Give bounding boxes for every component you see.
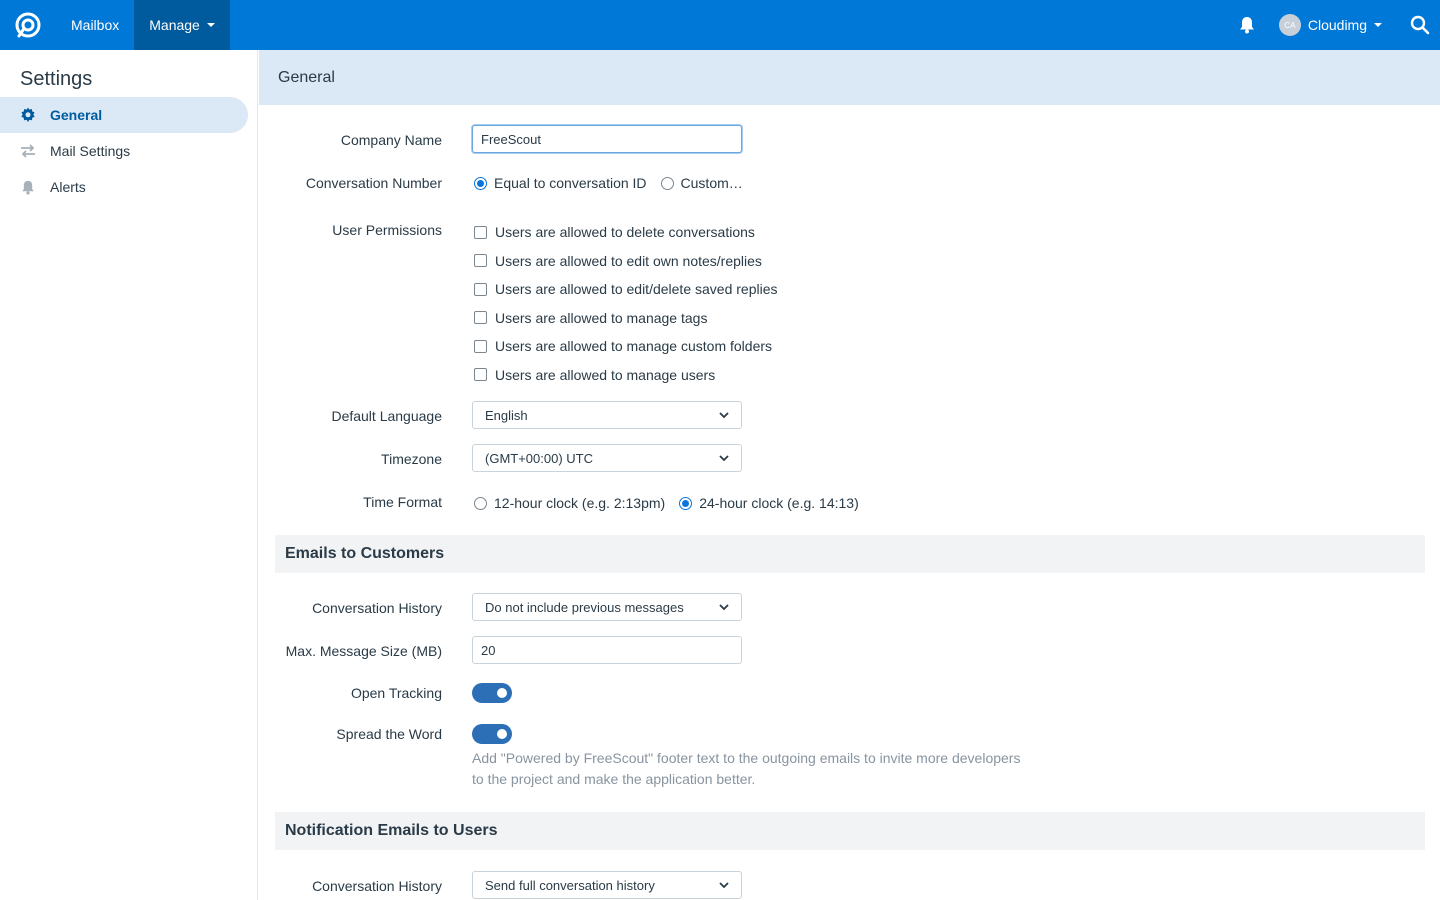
time-format-label: Time Format xyxy=(363,494,442,510)
search-icon[interactable] xyxy=(1400,0,1440,50)
time-format-options: 12-hour clock (e.g. 2:13pm) 24-hour cloc… xyxy=(472,495,871,511)
checkbox[interactable] xyxy=(474,225,487,239)
chevron-down-icon xyxy=(719,604,729,611)
permission-item[interactable]: Users are allowed to manage tags xyxy=(472,304,778,333)
open-tracking-toggle[interactable] xyxy=(472,683,512,703)
chevron-down-icon xyxy=(719,412,729,419)
permission-label: Users are allowed to manage tags xyxy=(495,309,708,326)
top-navbar: Mailbox Manage CA Cloudimg xyxy=(0,0,1440,50)
sidebar-item-mail-settings[interactable]: Mail Settings xyxy=(0,133,248,169)
page-title: General xyxy=(259,50,1440,105)
notification-emails-header: Notification Emails to Users xyxy=(275,812,1425,850)
radio-equal-to-id[interactable] xyxy=(474,176,487,190)
radio-label: 12-hour clock (e.g. 2:13pm) xyxy=(494,495,666,511)
checkbox[interactable] xyxy=(474,339,487,353)
sidebar-item-general[interactable]: General xyxy=(0,97,248,133)
freescout-logo-icon[interactable] xyxy=(0,0,56,50)
permission-label: Users are allowed to delete conversation… xyxy=(495,224,755,241)
conversation-history-label: Conversation History xyxy=(312,600,442,616)
max-message-size-input[interactable]: 20 xyxy=(472,636,742,664)
radio-label: 24-hour clock (e.g. 14:13) xyxy=(699,495,859,511)
permission-label: Users are allowed to manage custom folde… xyxy=(495,338,773,355)
avatar: CA xyxy=(1278,14,1301,36)
user-permissions-list: Users are allowed to delete conversation… xyxy=(472,218,778,389)
permission-item[interactable]: Users are allowed to manage users xyxy=(472,361,778,390)
radio-12-hour[interactable] xyxy=(474,496,487,510)
emails-to-customers-header: Emails to Customers xyxy=(275,535,1425,573)
permission-item[interactable]: Users are allowed to manage custom folde… xyxy=(472,332,778,361)
permission-item[interactable]: Users are allowed to delete conversation… xyxy=(472,218,778,247)
sidebar-item-alerts[interactable]: Alerts xyxy=(0,169,248,205)
default-language-label: Default Language xyxy=(331,408,442,424)
nav-mailbox[interactable]: Mailbox xyxy=(56,0,134,50)
open-tracking-row: Open Tracking xyxy=(259,683,1440,703)
default-language-select[interactable]: English xyxy=(472,401,742,429)
conversation-number-options: Equal to conversation ID Custom… xyxy=(472,175,755,191)
bell-icon xyxy=(20,179,36,195)
conversation-number-label: Conversation Number xyxy=(305,175,442,191)
radio-label: Custom… xyxy=(680,175,743,191)
sidebar: Settings General Mail Settings Alerts xyxy=(0,50,258,900)
select-value: Do not include previous messages xyxy=(485,599,684,615)
sidebar-item-label: Mail Settings xyxy=(50,143,131,159)
sidebar-item-label: Alerts xyxy=(50,179,86,195)
timezone-select[interactable]: (GMT+00:00) UTC xyxy=(472,444,742,472)
notification-conversation-history-select[interactable]: Send full conversation history xyxy=(472,871,742,899)
permission-item[interactable]: Users are allowed to edit/delete saved r… xyxy=(472,275,778,304)
checkbox[interactable] xyxy=(474,282,487,296)
spread-the-word-row: Spread the Word Add "Powered by FreeScou… xyxy=(259,724,1440,787)
company-name-input[interactable]: FreeScout xyxy=(472,125,742,153)
checkbox[interactable] xyxy=(474,368,487,382)
select-value: English xyxy=(485,407,528,423)
radio-label: Equal to conversation ID xyxy=(494,175,647,191)
chevron-down-icon xyxy=(719,882,729,889)
permission-label: Users are allowed to edit/delete saved r… xyxy=(495,281,778,298)
nav-mailbox-label: Mailbox xyxy=(71,17,120,33)
conversation-history-label: Conversation History xyxy=(312,878,442,894)
gear-icon xyxy=(20,107,36,123)
top-right-area: CA Cloudimg xyxy=(1227,0,1440,50)
checkbox[interactable] xyxy=(474,254,487,268)
user-name: Cloudimg xyxy=(1307,17,1367,33)
main-content: General Company Name FreeScout Conversat… xyxy=(259,50,1440,900)
permission-item[interactable]: Users are allowed to edit own notes/repl… xyxy=(472,247,778,276)
caret-down-icon xyxy=(206,23,215,27)
bell-icon[interactable] xyxy=(1227,0,1267,50)
chevron-down-icon xyxy=(719,455,729,462)
sidebar-item-label: General xyxy=(50,107,103,123)
permission-label: Users are allowed to manage users xyxy=(495,366,716,383)
spread-the-word-help: Add "Powered by FreeScout" footer text t… xyxy=(472,750,1021,787)
user-permissions-label: User Permissions xyxy=(332,222,442,238)
radio-24-hour[interactable] xyxy=(679,496,693,510)
permission-label: Users are allowed to edit own notes/repl… xyxy=(495,252,762,269)
arrows-icon xyxy=(20,143,36,159)
company-name-label: Company Name xyxy=(340,132,442,148)
select-value: (GMT+00:00) UTC xyxy=(485,450,593,466)
nav-manage[interactable]: Manage xyxy=(134,0,230,50)
nav-manage-label: Manage xyxy=(149,17,200,33)
radio-custom[interactable] xyxy=(660,176,674,190)
sidebar-title: Settings xyxy=(20,68,93,90)
user-menu[interactable]: CA Cloudimg xyxy=(1278,0,1382,50)
customer-conversation-history-select[interactable]: Do not include previous messages xyxy=(472,593,742,621)
timezone-label: Timezone xyxy=(381,451,442,467)
select-value: Send full conversation history xyxy=(485,877,655,893)
open-tracking-label: Open Tracking xyxy=(350,685,442,701)
spread-the-word-toggle[interactable] xyxy=(472,724,512,744)
checkbox[interactable] xyxy=(474,311,487,325)
spread-the-word-label: Spread the Word xyxy=(336,726,442,742)
max-message-size-label: Max. Message Size (MB) xyxy=(285,643,442,659)
caret-down-icon xyxy=(1374,23,1382,27)
